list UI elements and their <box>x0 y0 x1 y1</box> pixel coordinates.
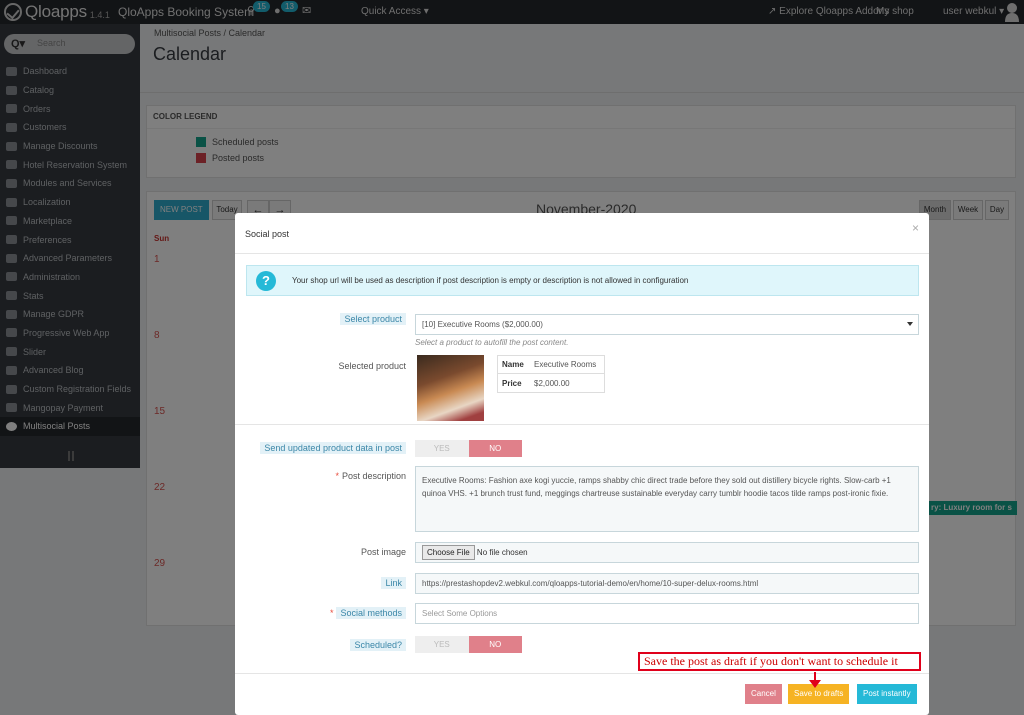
post-description-label: * Post description <box>335 471 406 481</box>
social-post-modal: Social post × ? Your shop url will be us… <box>235 213 929 715</box>
toggle-no[interactable]: NO <box>468 440 522 457</box>
product-name-row: Name Executive Rooms <box>498 356 604 374</box>
info-alert: ? Your shop url will be used as descript… <box>246 265 919 296</box>
required-marker: * <box>329 608 334 618</box>
modal-title: Social post <box>245 229 290 239</box>
annotation-callout: Save the post as draft if you don't want… <box>638 652 921 671</box>
social-methods-select[interactable]: Select Some Options <box>415 603 919 624</box>
post-image-label: Post image <box>360 547 406 557</box>
price-value: $2,000.00 <box>534 378 570 388</box>
scheduled-toggle[interactable]: YES NO <box>415 636 522 653</box>
post-description-label-text: Post description <box>341 471 406 481</box>
selected-product-label: Selected product <box>338 361 406 371</box>
product-image <box>417 355 484 421</box>
link-label: Link <box>381 577 406 589</box>
link-input[interactable]: https://prestashopdev2.webkul.com/qloapp… <box>415 573 919 594</box>
required-marker: * <box>335 471 339 481</box>
post-instantly-button[interactable]: Post instantly <box>857 684 917 704</box>
send-updated-toggle[interactable]: YES NO <box>415 440 522 457</box>
toggle-yes[interactable]: YES <box>415 440 469 457</box>
select-product-value: [10] Executive Rooms ($2,000.00) <box>422 320 543 329</box>
name-value: Executive Rooms <box>534 360 597 369</box>
send-updated-label: Send updated product data in post <box>260 442 406 454</box>
cancel-button[interactable]: Cancel <box>745 684 782 704</box>
chevron-down-icon <box>907 322 913 326</box>
product-details-table: Name Executive Rooms Price $2,000.00 <box>497 355 605 393</box>
info-text: Your shop url will be used as descriptio… <box>292 276 689 285</box>
toggle-yes[interactable]: YES <box>415 636 469 653</box>
annotation-arrow-head <box>809 680 821 688</box>
select-product-label: Select product <box>340 313 406 325</box>
close-icon[interactable]: × <box>912 221 919 235</box>
section-divider <box>235 424 929 425</box>
post-image-input[interactable]: Choose File No file chosen <box>415 542 919 563</box>
question-icon: ? <box>256 271 276 291</box>
scheduled-label: Scheduled? <box>350 639 406 651</box>
toggle-no[interactable]: NO <box>468 636 522 653</box>
post-description-textarea[interactable]: Executive Rooms: Fashion axe kogi yuccie… <box>415 466 919 532</box>
product-price-row: Price $2,000.00 <box>498 374 604 392</box>
modal-header-divider <box>235 253 929 254</box>
name-label: Name <box>502 360 524 369</box>
social-methods-label: * Social methods <box>329 607 406 619</box>
modal-footer-divider <box>235 673 929 674</box>
social-methods-label-text: Social methods <box>336 607 406 619</box>
price-label: Price <box>502 378 522 388</box>
choose-file-button[interactable]: Choose File <box>422 545 475 560</box>
select-product-dropdown[interactable]: [10] Executive Rooms ($2,000.00) <box>415 314 919 335</box>
no-file-text: No file chosen <box>476 548 528 557</box>
select-product-help: Select a product to autofill the post co… <box>415 338 569 347</box>
